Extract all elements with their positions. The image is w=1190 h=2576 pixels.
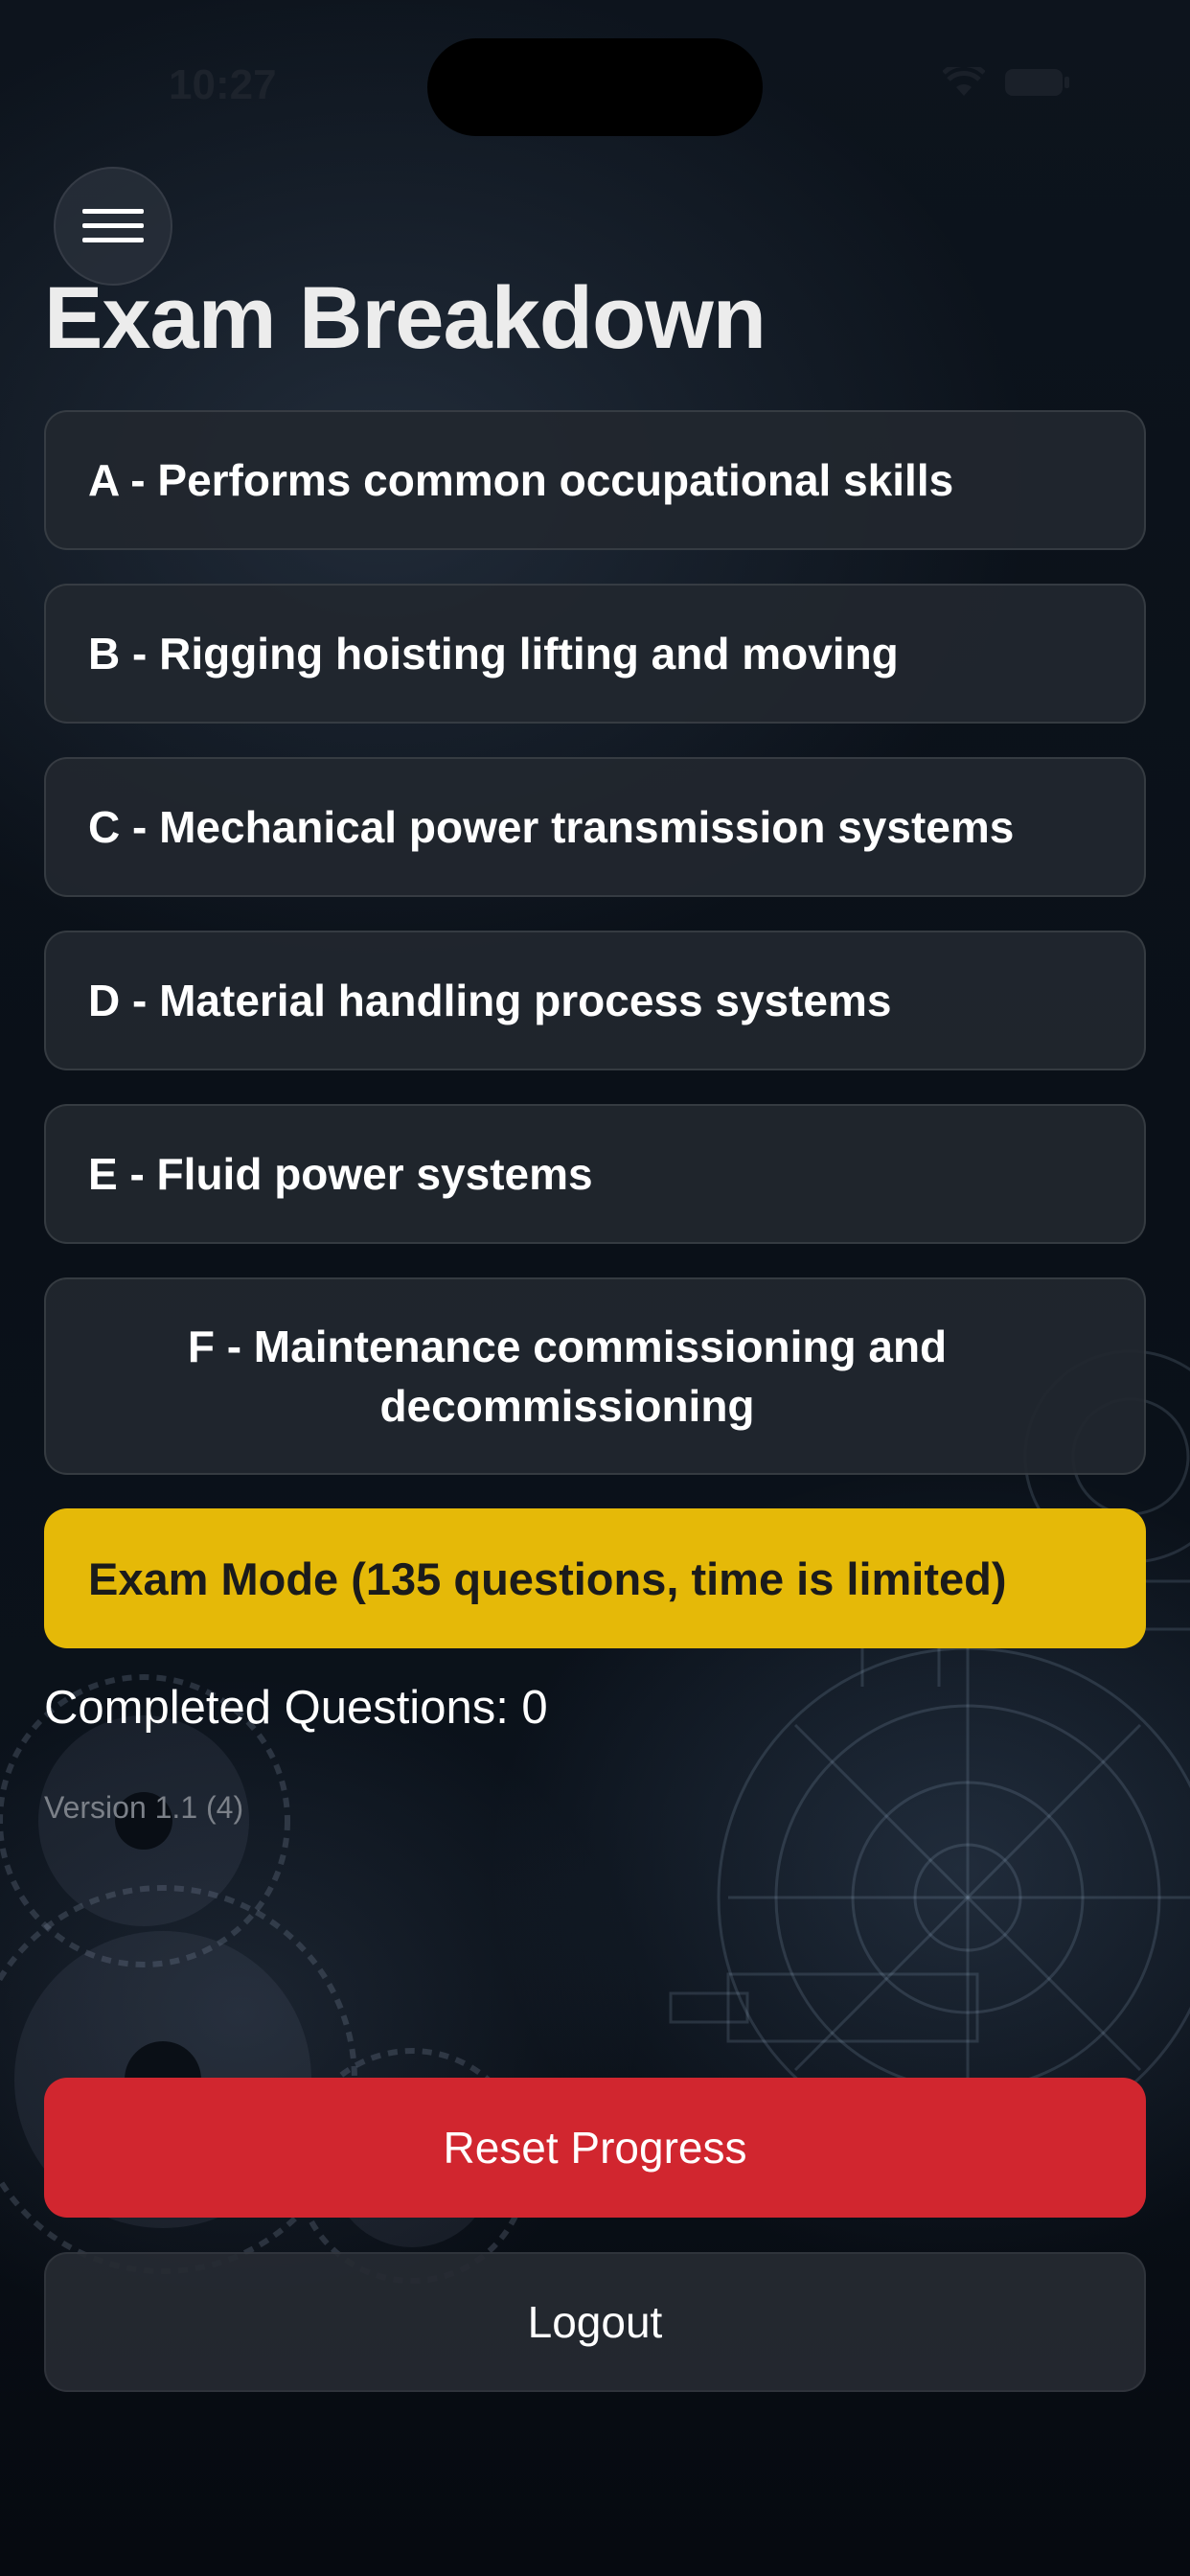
section-label: A - Performs common occupational skills — [88, 455, 954, 505]
section-label: D - Material handling process systems — [88, 976, 892, 1025]
logout-label: Logout — [527, 2297, 663, 2347]
section-item-d[interactable]: D - Material handling process systems — [44, 931, 1146, 1070]
version-text: Version 1.1 (4) — [44, 1790, 244, 1825]
dynamic-island — [427, 38, 763, 136]
status-icons — [943, 67, 1071, 98]
section-list: A - Performs common occupational skills … — [44, 410, 1146, 1508]
exam-mode-button[interactable]: Exam Mode (135 questions, time is limite… — [44, 1508, 1146, 1648]
section-label: B - Rigging hoisting lifting and moving — [88, 629, 899, 678]
completed-questions-text: Completed Questions: 0 — [44, 1682, 548, 1734]
section-item-c[interactable]: C - Mechanical power transmission system… — [44, 757, 1146, 897]
section-label: F - Maintenance commissioning and decomm… — [187, 1322, 948, 1431]
section-item-f[interactable]: F - Maintenance commissioning and decomm… — [44, 1277, 1146, 1475]
status-time: 10:27 — [169, 61, 277, 108]
logout-button[interactable]: Logout — [44, 2252, 1146, 2392]
section-item-e[interactable]: E - Fluid power systems — [44, 1104, 1146, 1244]
page-title: Exam Breakdown — [44, 269, 767, 367]
section-label: E - Fluid power systems — [88, 1149, 593, 1199]
hamburger-menu-icon — [82, 209, 144, 242]
reset-progress-label: Reset Progress — [443, 2123, 747, 2173]
battery-icon — [1005, 69, 1069, 96]
section-item-a[interactable]: A - Performs common occupational skills — [44, 410, 1146, 550]
section-label: C - Mechanical power transmission system… — [88, 802, 1015, 852]
exam-mode-label: Exam Mode (135 questions, time is limite… — [88, 1552, 1007, 1604]
reset-progress-button[interactable]: Reset Progress — [44, 2078, 1146, 2218]
section-item-b[interactable]: B - Rigging hoisting lifting and moving — [44, 584, 1146, 724]
wifi-icon — [943, 67, 985, 96]
